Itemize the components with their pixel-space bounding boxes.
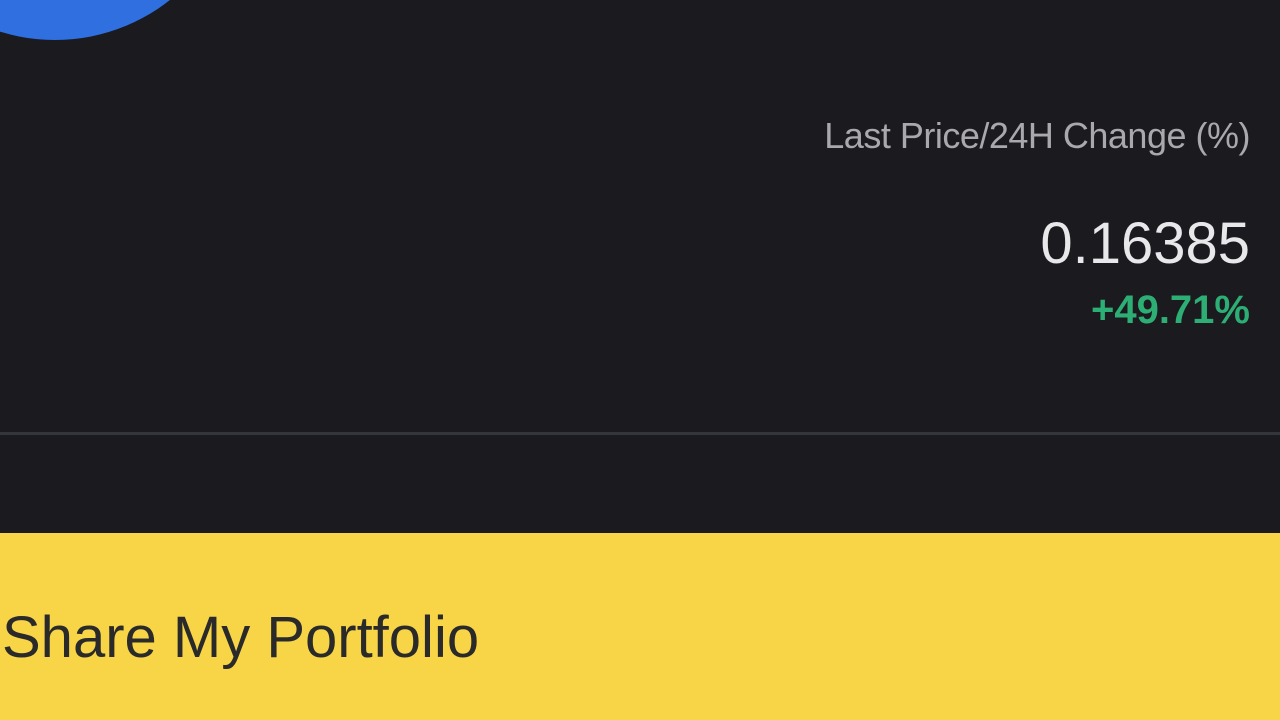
last-price-value: 0.16385 — [1040, 211, 1250, 276]
price-summary: Last Price/24H Change (%) 0.16385 +49.71… — [824, 112, 1250, 334]
share-portfolio-button[interactable] — [0, 533, 1280, 720]
coin-logo-icon — [0, 0, 240, 40]
price-header-label: Last Price/24H Change (%) — [824, 115, 1250, 156]
divider — [0, 432, 1280, 435]
change-24h-value: +49.71% — [1090, 288, 1250, 332]
asset-overview-screen: Last Price/24H Change (%) 0.16385 +49.71… — [0, 0, 1280, 720]
